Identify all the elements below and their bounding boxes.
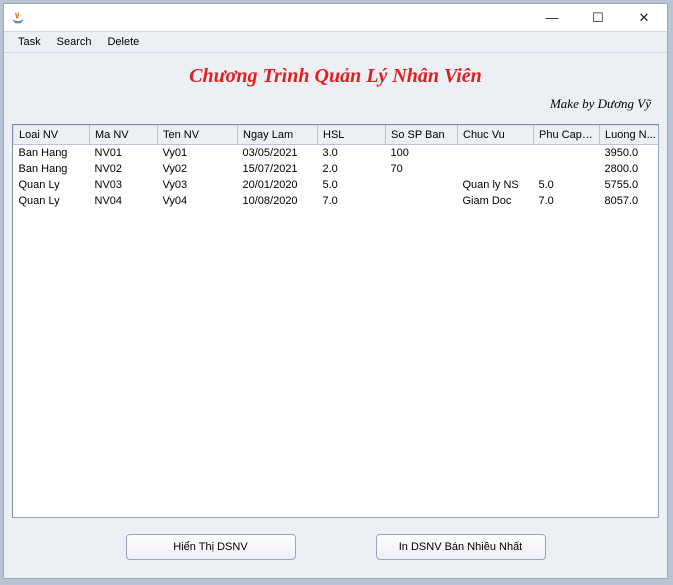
table-cell[interactable]: 5.0	[534, 177, 600, 193]
col-phu-cap[interactable]: Phu Cap ...	[534, 126, 600, 145]
col-so-sp-ban[interactable]: So SP Ban	[386, 126, 458, 145]
header: Chương Trình Quản Lý Nhân Viên Make by D…	[4, 52, 667, 120]
footer: Hiển Thị DSNV In DSNV Bán Nhiều Nhất	[4, 524, 667, 578]
table-cell[interactable]	[534, 161, 600, 177]
table-cell[interactable]	[534, 145, 600, 161]
menu-search[interactable]: Search	[51, 34, 98, 50]
table-cell[interactable]: 03/05/2021	[238, 145, 318, 161]
table-cell[interactable]: 7.0	[534, 193, 600, 209]
table-cell[interactable]: Vy02	[158, 161, 238, 177]
menubar: Task Search Delete	[4, 32, 667, 52]
table-cell[interactable]: NV02	[90, 161, 158, 177]
java-icon	[10, 10, 26, 26]
table-cell[interactable]: Quan Ly	[14, 193, 90, 209]
table-cell[interactable]	[386, 177, 458, 193]
table-row[interactable]: Quan LyNV03Vy0320/01/20205.0Quan ly NS5.…	[14, 177, 659, 193]
table-cell[interactable]: NV01	[90, 145, 158, 161]
table-cell[interactable]: 70	[386, 161, 458, 177]
table-panel: Loai NV Ma NV Ten NV Ngay Lam HSL So SP …	[12, 124, 659, 518]
col-hsl[interactable]: HSL	[318, 126, 386, 145]
table-cell[interactable]: 100	[386, 145, 458, 161]
table-cell[interactable]: 2800.0	[600, 161, 659, 177]
maximize-button[interactable]: ☐	[575, 4, 621, 32]
table-cell[interactable]: NV04	[90, 193, 158, 209]
table-cell[interactable]	[386, 193, 458, 209]
col-ten-nv[interactable]: Ten NV	[158, 126, 238, 145]
col-ma-nv[interactable]: Ma NV	[90, 126, 158, 145]
table-cell[interactable]: 5755.0	[600, 177, 659, 193]
table-cell[interactable]: 8057.0	[600, 193, 659, 209]
table-cell[interactable]: NV03	[90, 177, 158, 193]
employee-table: Loai NV Ma NV Ten NV Ngay Lam HSL So SP …	[13, 125, 658, 209]
table-cell[interactable]: 5.0	[318, 177, 386, 193]
table-cell[interactable]: Ban Hang	[14, 145, 90, 161]
table-cell[interactable]: Vy04	[158, 193, 238, 209]
col-luong[interactable]: Luong N...	[600, 126, 659, 145]
titlebar[interactable]: — ☐ ✕	[4, 4, 667, 32]
table-cell[interactable]: Vy01	[158, 145, 238, 161]
col-loai-nv[interactable]: Loai NV	[14, 126, 90, 145]
table-cell[interactable]: 2.0	[318, 161, 386, 177]
menu-task[interactable]: Task	[12, 34, 47, 50]
minimize-button[interactable]: —	[529, 4, 575, 32]
table-cell[interactable]	[458, 145, 534, 161]
table-cell[interactable]: Vy03	[158, 177, 238, 193]
table-cell[interactable]: 20/01/2020	[238, 177, 318, 193]
table-cell[interactable]: Quan Ly	[14, 177, 90, 193]
show-list-button[interactable]: Hiển Thị DSNV	[126, 534, 296, 560]
credit-label: Make by Dương Vỹ	[12, 94, 659, 118]
table-cell[interactable]: Quan ly NS	[458, 177, 534, 193]
col-ngay-lam[interactable]: Ngay Lam	[238, 126, 318, 145]
close-button[interactable]: ✕	[621, 4, 667, 32]
table-cell[interactable]: 15/07/2021	[238, 161, 318, 177]
app-window: — ☐ ✕ Task Search Delete Chương Trình Qu…	[3, 3, 668, 579]
table-cell[interactable]: 7.0	[318, 193, 386, 209]
window-controls: — ☐ ✕	[529, 4, 667, 32]
table-cell[interactable]: 10/08/2020	[238, 193, 318, 209]
table-cell[interactable]: 3950.0	[600, 145, 659, 161]
table-cell[interactable]: Ban Hang	[14, 161, 90, 177]
col-chuc-vu[interactable]: Chuc Vu	[458, 126, 534, 145]
table-scroll[interactable]: Loai NV Ma NV Ten NV Ngay Lam HSL So SP …	[13, 125, 658, 517]
table-header-row: Loai NV Ma NV Ten NV Ngay Lam HSL So SP …	[14, 126, 659, 145]
table-row[interactable]: Ban HangNV02Vy0215/07/20212.070 2800.0	[14, 161, 659, 177]
table-cell[interactable]: Giam Doc	[458, 193, 534, 209]
print-top-sellers-button[interactable]: In DSNV Bán Nhiều Nhất	[376, 534, 546, 560]
table-cell[interactable]: 3.0	[318, 145, 386, 161]
table-cell[interactable]	[458, 161, 534, 177]
app-title: Chương Trình Quản Lý Nhân Viên	[12, 59, 659, 94]
table-row[interactable]: Ban HangNV01Vy0103/05/20213.0100 3950.0	[14, 145, 659, 161]
table-row[interactable]: Quan LyNV04Vy0410/08/20207.0Giam Doc7.08…	[14, 193, 659, 209]
menu-delete[interactable]: Delete	[101, 34, 145, 50]
